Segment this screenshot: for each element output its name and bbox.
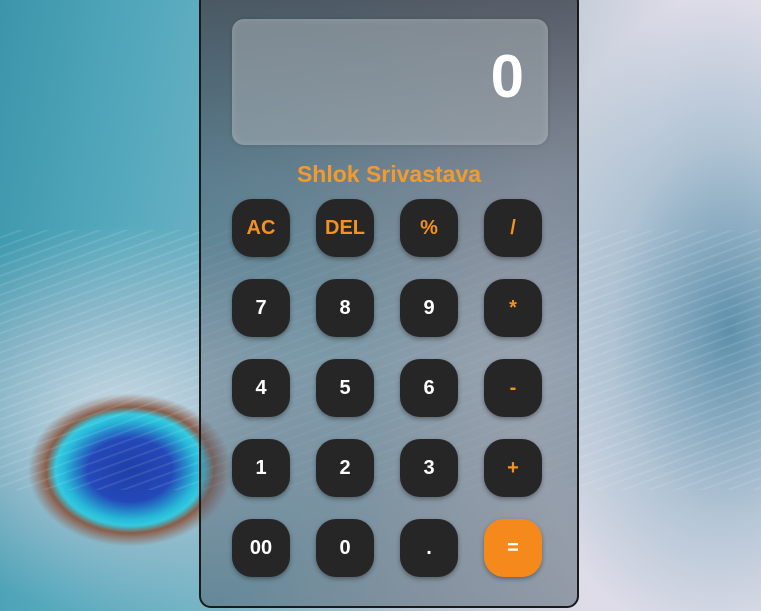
plus-button[interactable]: +: [484, 439, 542, 497]
one-button[interactable]: 1: [232, 439, 290, 497]
three-button[interactable]: 3: [400, 439, 458, 497]
nine-button[interactable]: 9: [400, 279, 458, 337]
display-value: 0: [490, 43, 524, 110]
four-button[interactable]: 4: [232, 359, 290, 417]
decimal-button[interactable]: .: [400, 519, 458, 577]
five-button[interactable]: 5: [316, 359, 374, 417]
calculator-panel: 0 Shlok Srivastava AC DEL % / 7 8 9 * 4 …: [199, 0, 579, 608]
seven-button[interactable]: 7: [232, 279, 290, 337]
multiply-button[interactable]: *: [484, 279, 542, 337]
delete-button[interactable]: DEL: [316, 199, 374, 257]
author-name: Shlok Srivastava: [296, 161, 482, 187]
divide-button[interactable]: /: [484, 199, 542, 257]
percent-button[interactable]: %: [400, 199, 458, 257]
two-button[interactable]: 2: [316, 439, 374, 497]
eight-button[interactable]: 8: [316, 279, 374, 337]
minus-button[interactable]: -: [484, 359, 542, 417]
six-button[interactable]: 6: [400, 359, 458, 417]
all-clear-button[interactable]: AC: [232, 199, 290, 257]
equals-button[interactable]: =: [484, 519, 542, 577]
double-zero-button[interactable]: 00: [232, 519, 290, 577]
calculator-display: 0: [232, 19, 548, 145]
zero-button[interactable]: 0: [316, 519, 374, 577]
